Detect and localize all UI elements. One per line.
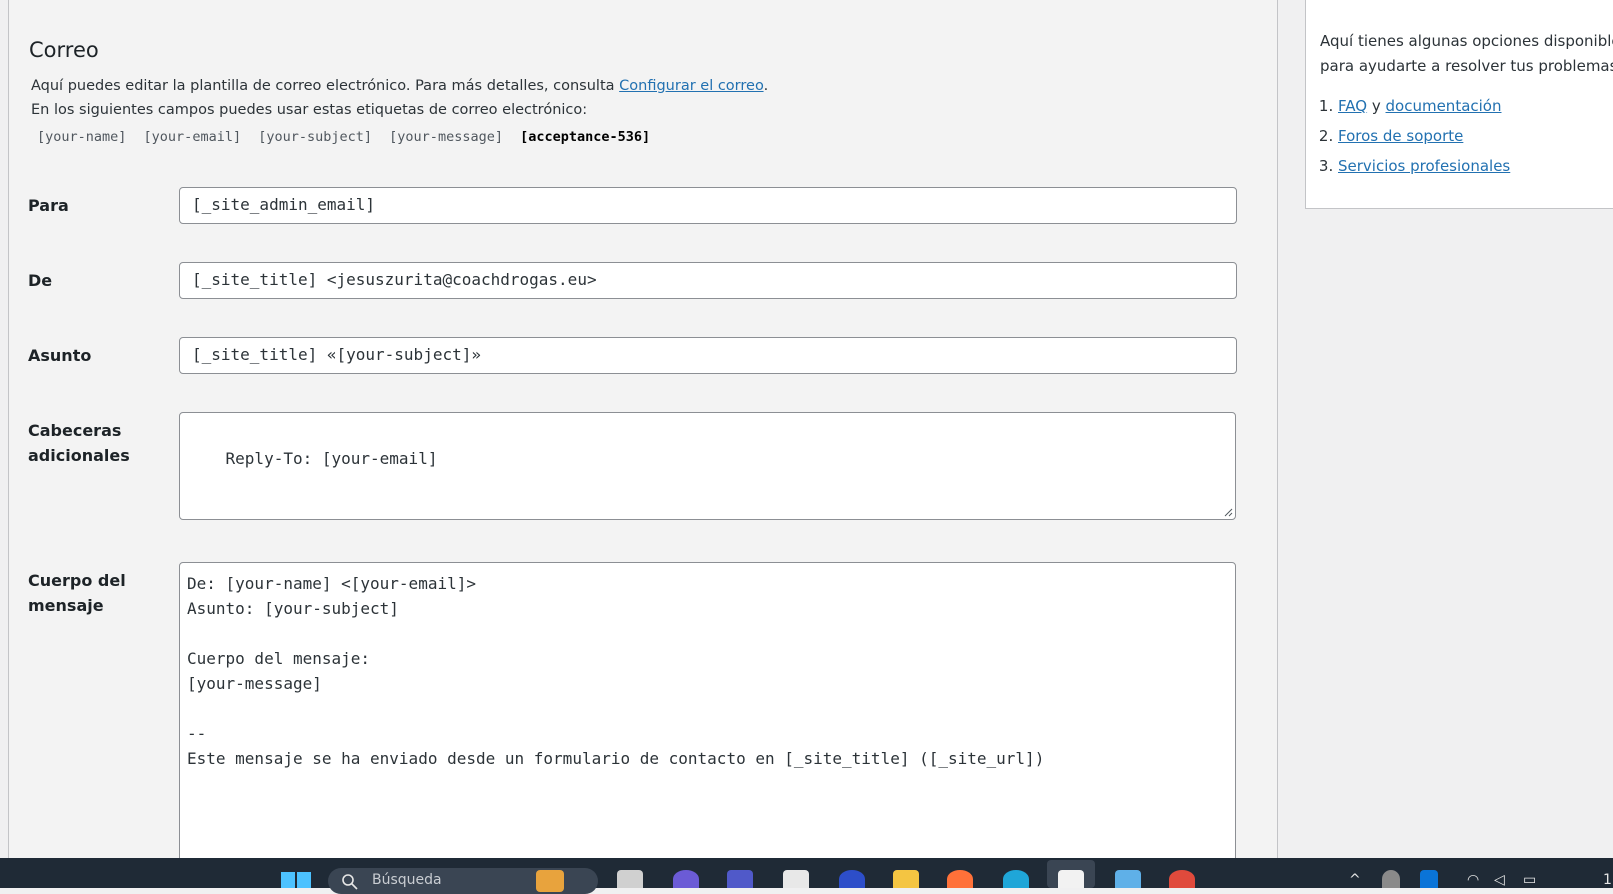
volume-icon[interactable]: ◁ bbox=[1494, 872, 1505, 888]
tray-app-icon[interactable] bbox=[1382, 870, 1400, 888]
battery-icon[interactable]: ▭ bbox=[1523, 872, 1536, 888]
help-text: Aquí tienes algunas opciones disponibles… bbox=[1320, 32, 1613, 75]
mail-tag: [your-message] bbox=[389, 129, 503, 145]
help-item-forums: Foros de soporte bbox=[1338, 121, 1510, 151]
help-item-faq: FAQ y documentación bbox=[1338, 91, 1510, 121]
notes-icon[interactable] bbox=[1115, 870, 1141, 888]
folder-icon[interactable] bbox=[893, 870, 919, 888]
mail-intro-text: Aquí puedes editar la plantilla de corre… bbox=[31, 78, 620, 94]
to-label: Para bbox=[28, 196, 69, 215]
store-icon[interactable] bbox=[783, 870, 809, 888]
subject-field[interactable]: [_site_title] «[your-subject]» bbox=[179, 337, 1237, 374]
taskbar-search[interactable]: Búsqueda bbox=[328, 868, 598, 894]
body-text: De: [your-name] <[your-email]> Asunto: [… bbox=[187, 574, 1045, 768]
forums-link[interactable]: Foros de soporte bbox=[1338, 127, 1463, 145]
mail-tags: [your-name] [your-email] [your-subject] … bbox=[37, 129, 659, 145]
notepad-icon[interactable] bbox=[1058, 870, 1084, 888]
body-label: Cuerpo del mensaje bbox=[28, 571, 126, 615]
mail-tag-required: [acceptance-536] bbox=[520, 129, 651, 145]
headers-textarea[interactable]: Reply-To: [your-email] bbox=[179, 412, 1236, 520]
headers-label: Cabeceras adicionales bbox=[28, 421, 130, 465]
onedrive-icon[interactable] bbox=[1420, 870, 1438, 888]
windows-start-icon[interactable] bbox=[281, 872, 311, 888]
clock[interactable]: 1 bbox=[1603, 872, 1612, 888]
wifi-icon[interactable]: ◠ bbox=[1467, 872, 1479, 888]
from-field[interactable]: [_site_title] <jesuszurita@coachdrogas.e… bbox=[179, 262, 1237, 299]
chat-icon[interactable] bbox=[673, 870, 699, 888]
taskbar: Búsqueda ^ ◠ ◁ ▭ 1 bbox=[0, 858, 1613, 894]
from-label: De bbox=[28, 271, 53, 290]
configure-mail-link[interactable]: Configurar el correo bbox=[619, 78, 763, 94]
faq-link[interactable]: FAQ bbox=[1338, 97, 1367, 115]
subject-label: Asunto bbox=[28, 346, 92, 365]
headers-text: Reply-To: [your-email] bbox=[225, 449, 438, 468]
chevron-up-icon[interactable]: ^ bbox=[1349, 872, 1361, 888]
teams-icon[interactable] bbox=[727, 870, 753, 888]
help-item-services: Servicios profesionales bbox=[1338, 151, 1510, 181]
tags-intro: En los siguientes campos puedes usar est… bbox=[31, 102, 588, 118]
chrome-icon[interactable] bbox=[1169, 870, 1195, 888]
search-highlight-icon bbox=[536, 870, 564, 892]
to-field[interactable]: [_site_admin_email] bbox=[179, 187, 1237, 224]
mail-tag: [your-name] bbox=[37, 129, 127, 145]
mail-intro: Aquí puedes editar la plantilla de corre… bbox=[31, 78, 768, 94]
section-title: Correo bbox=[29, 38, 99, 62]
mail-tag: [your-subject] bbox=[258, 129, 373, 145]
mail-intro-suffix: . bbox=[763, 78, 769, 94]
resize-handle-icon[interactable] bbox=[1223, 507, 1233, 517]
search-placeholder: Búsqueda bbox=[372, 872, 442, 888]
body-textarea[interactable]: De: [your-name] <[your-email]> Asunto: [… bbox=[179, 562, 1236, 862]
help-sidebar: Aquí tienes algunas opciones disponibles… bbox=[1305, 0, 1613, 209]
firefox-icon[interactable] bbox=[947, 870, 973, 888]
mail-tag: [your-email] bbox=[143, 129, 242, 145]
services-link[interactable]: Servicios profesionales bbox=[1338, 157, 1510, 175]
mail-panel: Correo Aquí puedes editar la plantilla d… bbox=[8, 0, 1278, 862]
edge-icon[interactable] bbox=[1003, 870, 1029, 888]
app-icon[interactable] bbox=[839, 870, 865, 888]
help-list: FAQ y documentación Foros de soporte Ser… bbox=[1320, 91, 1510, 181]
help-and: y bbox=[1371, 97, 1381, 115]
docs-link[interactable]: documentación bbox=[1386, 97, 1502, 115]
task-view-icon[interactable] bbox=[617, 870, 643, 888]
